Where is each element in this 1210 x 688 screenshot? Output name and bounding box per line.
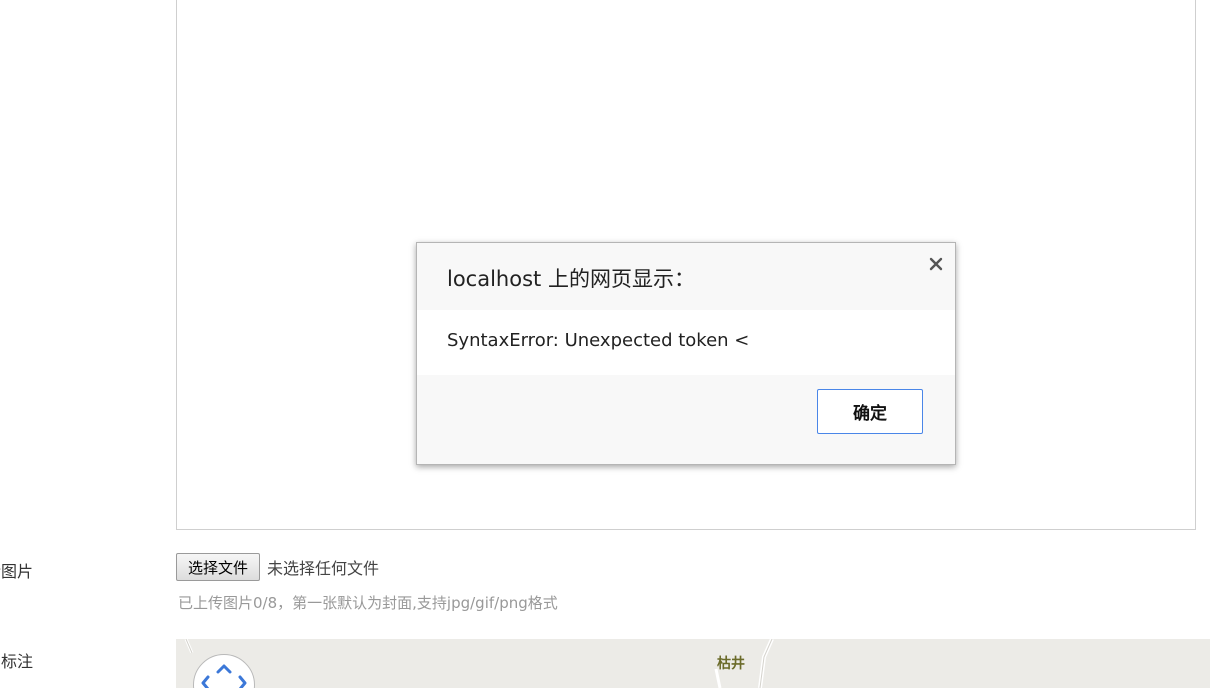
page: 传图片 选择文件 未选择任何文件 已上传图片0/8，第一张默认为封面,支持jpg… (0, 0, 1210, 688)
ok-button[interactable]: 确定 (817, 389, 923, 434)
map-view[interactable]: 枯井 (176, 639, 1210, 688)
choose-file-button[interactable]: 选择文件 (176, 553, 261, 581)
upload-hint: 已上传图片0/8，第一张默认为封面,支持jpg/gif/png格式 (178, 594, 558, 612)
file-chooser: 选择文件 未选择任何文件 (176, 552, 379, 582)
map-pan-control[interactable] (193, 654, 255, 688)
upload-images-label: 传图片 (0, 562, 34, 581)
file-status-text: 未选择任何文件 (267, 559, 380, 578)
close-icon[interactable] (927, 255, 945, 273)
map-road-segment (184, 639, 194, 653)
map-marker-label: 图标注 (0, 652, 34, 671)
dialog-body: SyntaxError: Unexpected token < (417, 310, 955, 375)
dialog-message: SyntaxError: Unexpected token < (447, 330, 750, 351)
map-place-label: 枯井 (717, 656, 745, 672)
dialog-title: localhost 上的网页显示： (447, 267, 695, 291)
pan-right-icon[interactable] (238, 675, 247, 688)
alert-dialog: localhost 上的网页显示： SyntaxError: Unexpecte… (416, 242, 956, 465)
pan-left-icon[interactable] (201, 675, 210, 688)
pan-up-icon[interactable] (216, 664, 232, 674)
